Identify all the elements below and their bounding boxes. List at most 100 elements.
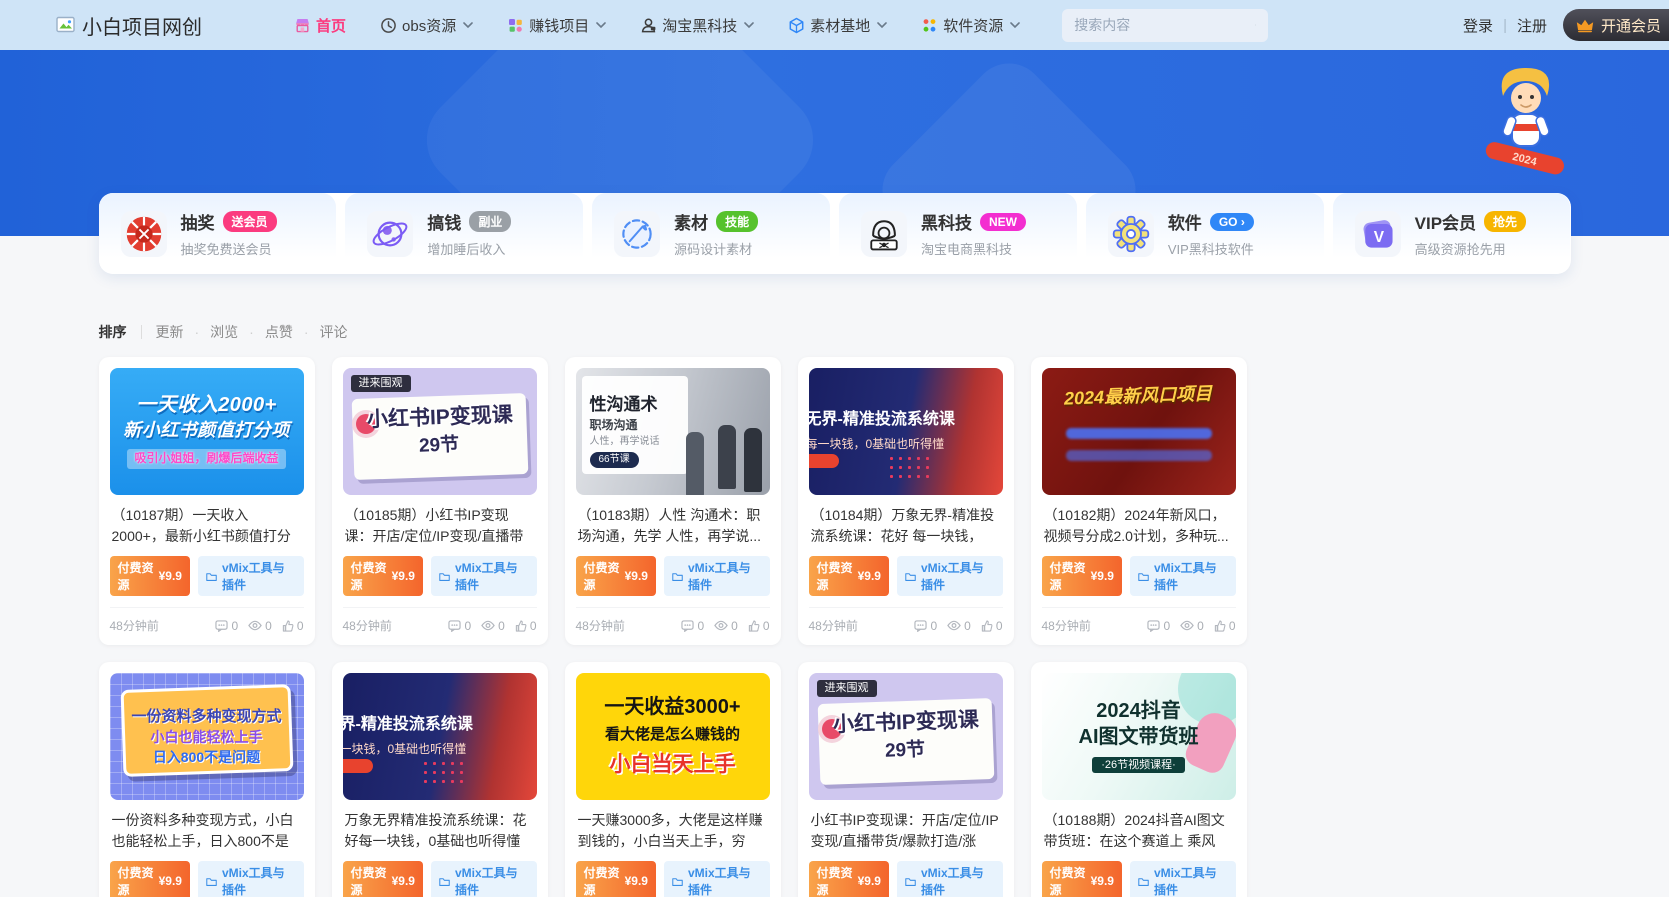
main-content: 排序 更新浏览点赞评论 一天收入2000+新小红书颜值打分项吸引小姐姐，刷爆后端… xyxy=(99,322,1571,897)
post-thumbnail[interactable]: ·26节视频课程·2024抖音AI图文带货班 xyxy=(1042,673,1236,800)
folder-icon xyxy=(1138,571,1149,582)
feature-card[interactable]: 抽奖 送会员 抽奖免费送会员 xyxy=(99,193,337,274)
post-thumbnail[interactable]: 无界-精准投流系统课每一块钱，0基础也听得懂 xyxy=(809,368,1003,495)
feature-card[interactable]: 软件 GO › VIP黑科技软件 xyxy=(1086,193,1324,274)
post-card[interactable]: 无界-精准投流系统课每一块钱，0基础也听得懂 （10184期）万象无界-精准投流… xyxy=(798,357,1014,645)
post-card[interactable]: 2024最新风口项目 （10182期）2024年新风口，视频号分成2.0计划，多… xyxy=(1031,357,1247,645)
category-tag[interactable]: vMix工具与插件 xyxy=(198,556,304,596)
like-icon xyxy=(282,620,294,632)
feature-card[interactable]: 黑科技 NEW 淘宝电商黑科技 xyxy=(839,193,1077,274)
price-tag[interactable]: 付费资源 ¥9.9 xyxy=(110,861,190,897)
thumbnail-text: 29节 xyxy=(885,739,926,762)
sort-option[interactable]: 浏览 xyxy=(184,322,239,342)
post-thumbnail[interactable]: 2024最新风口项目 xyxy=(1042,368,1236,495)
post-title[interactable]: （10184期）万象无界-精准投流系统课：花好 每一块钱，0... xyxy=(811,505,1001,547)
post-title[interactable]: 小红书IP变现课：开店/定位/IP变现/直播带货/爆款打造/涨价... xyxy=(811,810,1001,852)
category-tag[interactable]: vMix工具与插件 xyxy=(664,861,770,897)
prize-wheel-icon xyxy=(121,211,167,257)
like-count: 0 xyxy=(515,619,537,633)
post-title[interactable]: （10185期）小红书IP变现课：开店/定位/IP变现/直播带货/... xyxy=(345,505,535,547)
nav-item[interactable]: 软件资源 xyxy=(921,15,1020,36)
site-logo[interactable]: 小白项目网创 xyxy=(56,11,202,40)
post-thumbnail[interactable]: 一天收入2000+新小红书颜值打分项吸引小姐姐，刷爆后端收益 xyxy=(110,368,304,495)
post-card[interactable]: 一天收益3000+看大佬是怎么赚钱的小白当天上手 一天赚3000多，大佬是这样赚… xyxy=(565,662,781,897)
post-title[interactable]: （10182期）2024年新风口，视频号分成2.0计划，多种玩... xyxy=(1044,505,1234,547)
view-count: 0 xyxy=(947,619,971,633)
post-card[interactable]: 界-精准投流系统课一块钱，0基础也听得懂 万象无界精准投流系统课：花好每一块钱，… xyxy=(332,662,548,897)
view-count: 0 xyxy=(248,619,272,633)
post-title[interactable]: 一天赚3000多，大佬是这样赚到钱的，小白当天上手，穷人... xyxy=(578,810,768,852)
post-thumbnail[interactable]: 一天收益3000+看大佬是怎么赚钱的小白当天上手 xyxy=(576,673,770,800)
view-count: 0 xyxy=(714,619,738,633)
feature-desc: 抽奖免费送会员 xyxy=(181,239,277,258)
comment-icon xyxy=(681,620,694,632)
price-tag[interactable]: 付费资源 ¥9.9 xyxy=(809,861,889,897)
folder-icon xyxy=(672,571,683,582)
post-card[interactable]: 一天收入2000+新小红书颜值打分项吸引小姐姐，刷爆后端收益 （10187期）一… xyxy=(99,357,315,645)
feature-title: VIP会员 xyxy=(1415,209,1476,234)
feature-desc: 淘宝电商黑科技 xyxy=(921,239,1026,258)
comment-icon xyxy=(215,620,228,632)
category-tag[interactable]: vMix工具与插件 xyxy=(198,861,304,897)
sort-option[interactable]: 评论 xyxy=(293,322,348,342)
post-thumbnail[interactable]: 一份资料多种变现方式小白也能轻松上手日入800不是问题 xyxy=(110,673,304,800)
sort-option[interactable]: 更新 xyxy=(156,322,184,342)
thumbnail-text: 吸引小姐姐，刷爆后端收益 xyxy=(127,449,285,469)
open-vip-button[interactable]: 开通会员 xyxy=(1563,9,1669,41)
post-card[interactable]: 66节课性沟通术职场沟通人性，再学说话 （10183期）人性 沟通术：职场沟通，… xyxy=(565,357,781,645)
post-title[interactable]: 一份资料多种变现方式，小白也能轻松上手，日入800不是问题 xyxy=(112,810,302,852)
price-tag[interactable]: 付费资源 ¥9.9 xyxy=(809,556,889,596)
post-title[interactable]: 万象无界精准投流系统课：花好每一块钱，0基础也听得懂（... xyxy=(345,810,535,852)
price-tag[interactable]: 付费资源 ¥9.9 xyxy=(343,556,423,596)
post-card[interactable]: 进来围观小红书IP变现课29节 小红书IP变现课：开店/定位/IP变现/直播带货… xyxy=(798,662,1014,897)
post-title[interactable]: （10183期）人性 沟通术：职场沟通，先学 人性，再学说... xyxy=(578,505,768,547)
nav-item[interactable]: 赚钱项目 xyxy=(507,15,606,36)
post-thumbnail[interactable]: 66节课性沟通术职场沟通人性，再学说话 xyxy=(576,368,770,495)
price-tag[interactable]: 付费资源 ¥9.9 xyxy=(110,556,190,596)
hacker-icon xyxy=(861,211,907,257)
category-tag[interactable]: vMix工具与插件 xyxy=(431,556,537,596)
category-tag[interactable]: vMix工具与插件 xyxy=(897,556,1003,596)
sort-option[interactable]: 点赞 xyxy=(238,322,293,342)
storefront-icon xyxy=(294,17,311,34)
folder-icon xyxy=(206,571,217,582)
price-tag[interactable]: 付费资源 ¥9.9 xyxy=(1042,556,1122,596)
blocks-icon xyxy=(507,17,524,34)
post-card[interactable]: 一份资料多种变现方式小白也能轻松上手日入800不是问题 一份资料多种变现方式，小… xyxy=(99,662,315,897)
post-thumbnail[interactable]: 界-精准投流系统课一块钱，0基础也听得懂 xyxy=(343,673,537,800)
nav-item[interactable]: 淘宝黑科技 xyxy=(640,15,754,36)
search-icon[interactable] xyxy=(1255,17,1256,33)
category-tag[interactable]: vMix工具与插件 xyxy=(1130,556,1236,596)
main-nav: 首页 obs资源 赚钱项目 淘宝黑科技 素材基地 xyxy=(294,15,1020,36)
category-tag[interactable]: vMix工具与插件 xyxy=(431,861,537,897)
post-card[interactable]: 进来围观小红书IP变现课29节 （10185期）小红书IP变现课：开店/定位/I… xyxy=(332,357,548,645)
category-tag[interactable]: vMix工具与插件 xyxy=(1130,861,1236,897)
post-thumbnail[interactable]: 进来围观小红书IP变现课29节 xyxy=(809,673,1003,800)
feature-card[interactable]: V VIP会员 抢先 高级资源抢先用 xyxy=(1333,193,1571,274)
chevron-down-icon xyxy=(1010,22,1020,29)
register-link[interactable]: 注册 xyxy=(1517,15,1547,36)
category-tag[interactable]: vMix工具与插件 xyxy=(664,556,770,596)
thumbnail-badge: 进来围观 xyxy=(817,680,877,697)
comment-count: 0 xyxy=(1147,619,1170,633)
post-title[interactable]: （10188期）2024抖音AI图文带货班：在这个赛道上 乘风破... xyxy=(1044,810,1234,852)
post-title[interactable]: （10187期）一天收入2000+，最新小红书颜值打分项目，吸... xyxy=(112,505,302,547)
thumbnail-text: 小红书IP变现课 xyxy=(366,403,513,432)
comment-icon xyxy=(448,620,461,632)
category-tag[interactable]: vMix工具与插件 xyxy=(897,861,1003,897)
price-tag[interactable]: 付费资源 ¥9.9 xyxy=(1042,861,1122,897)
post-card[interactable]: ·26节视频课程·2024抖音AI图文带货班 （10188期）2024抖音AI图… xyxy=(1031,662,1247,897)
nav-item[interactable]: 素材基地 xyxy=(788,15,887,36)
login-link[interactable]: 登录 xyxy=(1463,15,1493,36)
nav-item[interactable]: obs资源 xyxy=(380,15,473,36)
price-tag[interactable]: 付费资源 ¥9.9 xyxy=(576,556,656,596)
feature-card[interactable]: 搞钱 副业 增加睡后收入 xyxy=(345,193,583,274)
price-tag[interactable]: 付费资源 ¥9.9 xyxy=(576,861,656,897)
search-input[interactable] xyxy=(1074,17,1255,33)
post-time: 48分钟前 xyxy=(343,617,392,634)
post-thumbnail[interactable]: 进来围观小红书IP变现课29节 xyxy=(343,368,537,495)
feature-card[interactable]: 素材 技能 源码设计素材 xyxy=(592,193,830,274)
nav-item[interactable]: 首页 xyxy=(294,15,346,36)
thumbnail-text: 看大佬是怎么赚钱的 xyxy=(605,726,740,743)
price-tag[interactable]: 付费资源 ¥9.9 xyxy=(343,861,423,897)
